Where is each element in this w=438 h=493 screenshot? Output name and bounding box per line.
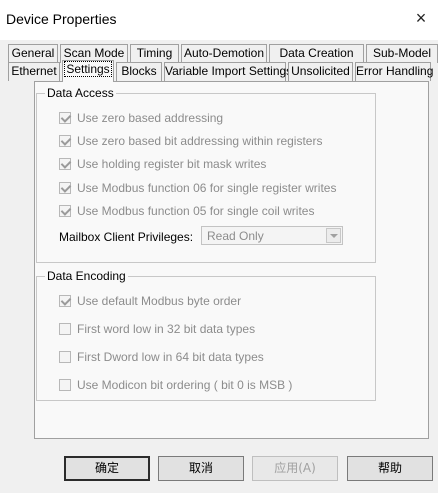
data-access-legend: Data Access xyxy=(45,86,116,100)
default-byte-order-checkbox[interactable] xyxy=(59,295,71,307)
modbus-function-05-checkbox[interactable] xyxy=(59,205,71,217)
modicon-bit-ordering-checkbox[interactable] xyxy=(59,379,71,391)
apply-button[interactable]: 应用(A) xyxy=(252,456,338,481)
mailbox-client-privileges-value: Read Only xyxy=(207,229,264,243)
dropdown-button[interactable] xyxy=(326,228,341,243)
modbus-function-06-checkbox[interactable] xyxy=(59,182,71,194)
first-dword-low-checkbox[interactable] xyxy=(59,351,71,363)
option-label: Use zero based addressing xyxy=(77,111,224,125)
first-word-low-checkbox[interactable] xyxy=(59,323,71,335)
mailbox-client-privileges-select[interactable]: Read Only xyxy=(201,226,343,245)
tab-general[interactable]: General xyxy=(8,44,58,63)
chevron-down-icon xyxy=(330,234,338,238)
data-access-group: Data Access Use zero based addressing Us… xyxy=(36,86,376,263)
tab-ethernet[interactable]: Ethernet xyxy=(8,62,60,81)
zero-based-bit-addressing-checkbox[interactable] xyxy=(59,135,71,147)
tab-data-creation[interactable]: Data Creation xyxy=(269,44,364,63)
ok-button[interactable]: 确定 xyxy=(64,456,150,481)
tab-sub-model[interactable]: Sub-Model xyxy=(366,44,438,63)
tab-blocks[interactable]: Blocks xyxy=(116,62,162,81)
holding-register-bit-mask-checkbox[interactable] xyxy=(59,158,71,170)
option-label: Use Modbus function 05 for single coil w… xyxy=(77,204,315,218)
option-label: First Dword low in 64 bit data types xyxy=(77,350,264,364)
settings-panel: Data Access Use zero based addressing Us… xyxy=(34,81,429,439)
window-title: Device Properties xyxy=(6,11,117,27)
close-icon[interactable]: × xyxy=(412,9,430,27)
help-button[interactable]: 帮助 xyxy=(347,456,433,481)
option-label: First word low in 32 bit data types xyxy=(77,322,256,336)
tab-unsolicited[interactable]: Unsolicited xyxy=(288,62,353,81)
tab-settings[interactable]: Settings xyxy=(62,60,114,82)
tab-timing[interactable]: Timing xyxy=(130,44,179,63)
option-label: Use zero based bit addressing within reg… xyxy=(77,134,323,148)
mailbox-client-privileges-label: Mailbox Client Privileges: xyxy=(59,230,194,244)
tab-variable-import-settings[interactable]: Variable Import Settings xyxy=(164,62,292,81)
title-bar: Device Properties × xyxy=(0,0,438,40)
tab-auto-demotion[interactable]: Auto-Demotion xyxy=(181,44,267,63)
tab-error-handling[interactable]: Error Handling xyxy=(355,62,433,81)
data-encoding-legend: Data Encoding xyxy=(45,269,128,283)
option-label: Use Modbus function 06 for single regist… xyxy=(77,181,337,195)
data-encoding-group: Data Encoding Use default Modbus byte or… xyxy=(36,269,376,401)
option-label: Use holding register bit mask writes xyxy=(77,157,267,171)
zero-based-addressing-checkbox[interactable] xyxy=(59,112,71,124)
option-label: Use default Modbus byte order xyxy=(77,294,242,308)
option-label: Use Modicon bit ordering ( bit 0 is MSB … xyxy=(77,378,293,392)
cancel-button[interactable]: 取消 xyxy=(158,456,244,481)
